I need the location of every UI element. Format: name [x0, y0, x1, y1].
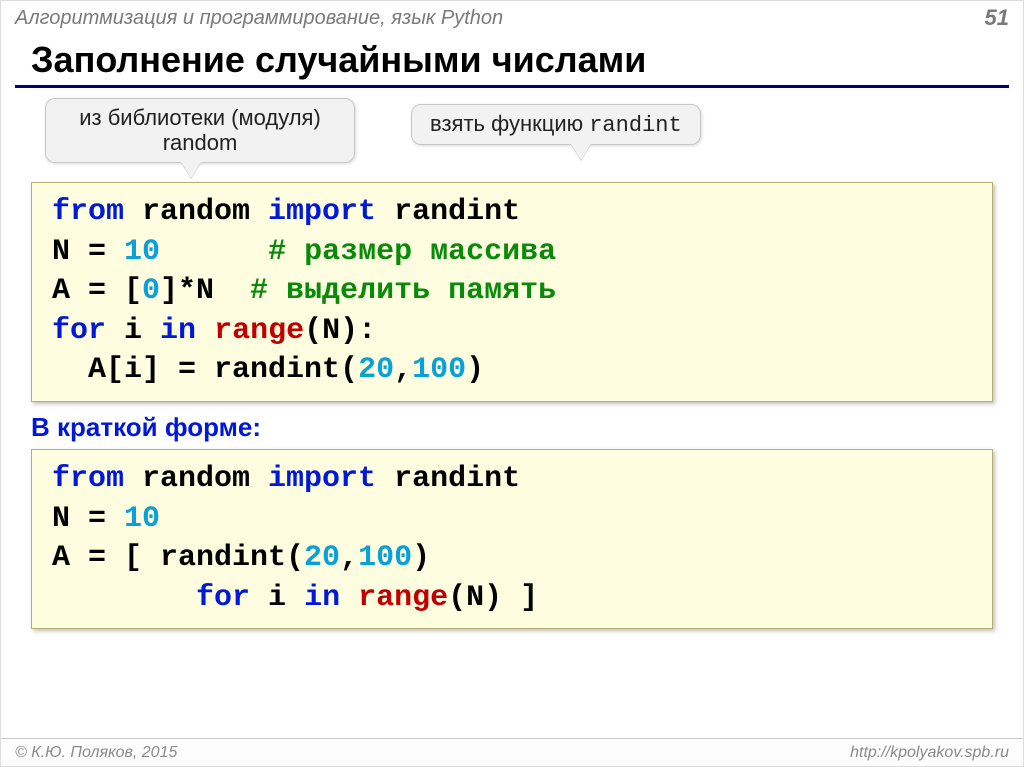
callouts-area: из библиотеки (модуля) random взять функ… [31, 98, 993, 176]
code-token: , [394, 353, 412, 387]
code-token [160, 235, 268, 269]
callout-left: из библиотеки (модуля) random [45, 98, 355, 163]
code-block-2: from random import randint N = 10 A = [ … [31, 449, 993, 629]
code-token: N = [52, 502, 124, 536]
code-token: 10 [124, 502, 160, 536]
code-token: import [268, 462, 376, 496]
page-title: Заполнение случайными числами [1, 33, 1023, 85]
code-token: 10 [124, 235, 160, 269]
footer-copyright: © К.Ю. Поляков, 2015 [15, 744, 177, 762]
code-token: ) [412, 541, 448, 575]
code-token: import [268, 195, 376, 229]
code-token [52, 581, 196, 615]
callout-left-tail [181, 162, 201, 178]
code-token: i [250, 581, 304, 615]
title-underline [15, 85, 1009, 88]
code-token: A = [ randint( [52, 541, 304, 575]
code-token: 100 [358, 541, 412, 575]
code-token [196, 314, 214, 348]
code-token: (N) ] [448, 581, 538, 615]
code-token: 20 [304, 541, 340, 575]
code-token: # размер массива [268, 235, 556, 269]
subject-text: Алгоритмизация и программирование, язык … [15, 7, 503, 30]
callout-right: взять функцию randint [411, 104, 701, 145]
code-token: from [52, 195, 124, 229]
callout-left-line1: из библиотеки (модуля) [79, 105, 321, 130]
code-token: ) [466, 353, 484, 387]
footer-url: http://kpolyakov.spb.ru [850, 744, 1009, 762]
code-token: range [214, 314, 304, 348]
code-token: from [52, 462, 124, 496]
code-block-1: from random import randint N = 10 # разм… [31, 182, 993, 402]
code-token: 100 [412, 353, 466, 387]
code-token: # выделить память [250, 274, 574, 308]
callout-right-text: взять функцию [430, 111, 589, 136]
code-token: in [304, 581, 340, 615]
code-token: 0 [142, 274, 160, 308]
code-token: N = [52, 235, 124, 269]
page-number: 51 [985, 5, 1009, 31]
code-token: random [124, 462, 268, 496]
subheading: В краткой форме: [31, 412, 993, 443]
code-token: randint [376, 462, 520, 496]
code-token: in [160, 314, 196, 348]
code-token: 20 [358, 353, 394, 387]
code-token: range [358, 581, 448, 615]
slide: Алгоритмизация и программирование, язык … [0, 0, 1024, 767]
callout-right-tail [571, 144, 591, 160]
code-token: (N): [304, 314, 376, 348]
code-token: A[i] = randint( [52, 353, 358, 387]
code-token: ]*N [160, 274, 250, 308]
callout-left-line2: random [163, 130, 238, 155]
code-token: for [52, 314, 106, 348]
slide-footer: © К.Ю. Поляков, 2015 http://kpolyakov.sp… [1, 738, 1023, 766]
code-token: randint [376, 195, 520, 229]
code-token: i [106, 314, 160, 348]
slide-header: Алгоритмизация и программирование, язык … [1, 1, 1023, 33]
callout-right-fn: randint [589, 113, 681, 138]
code-token: for [196, 581, 250, 615]
code-token: random [124, 195, 268, 229]
code-token: A = [ [52, 274, 142, 308]
code-token: , [340, 541, 358, 575]
code-token [340, 581, 358, 615]
